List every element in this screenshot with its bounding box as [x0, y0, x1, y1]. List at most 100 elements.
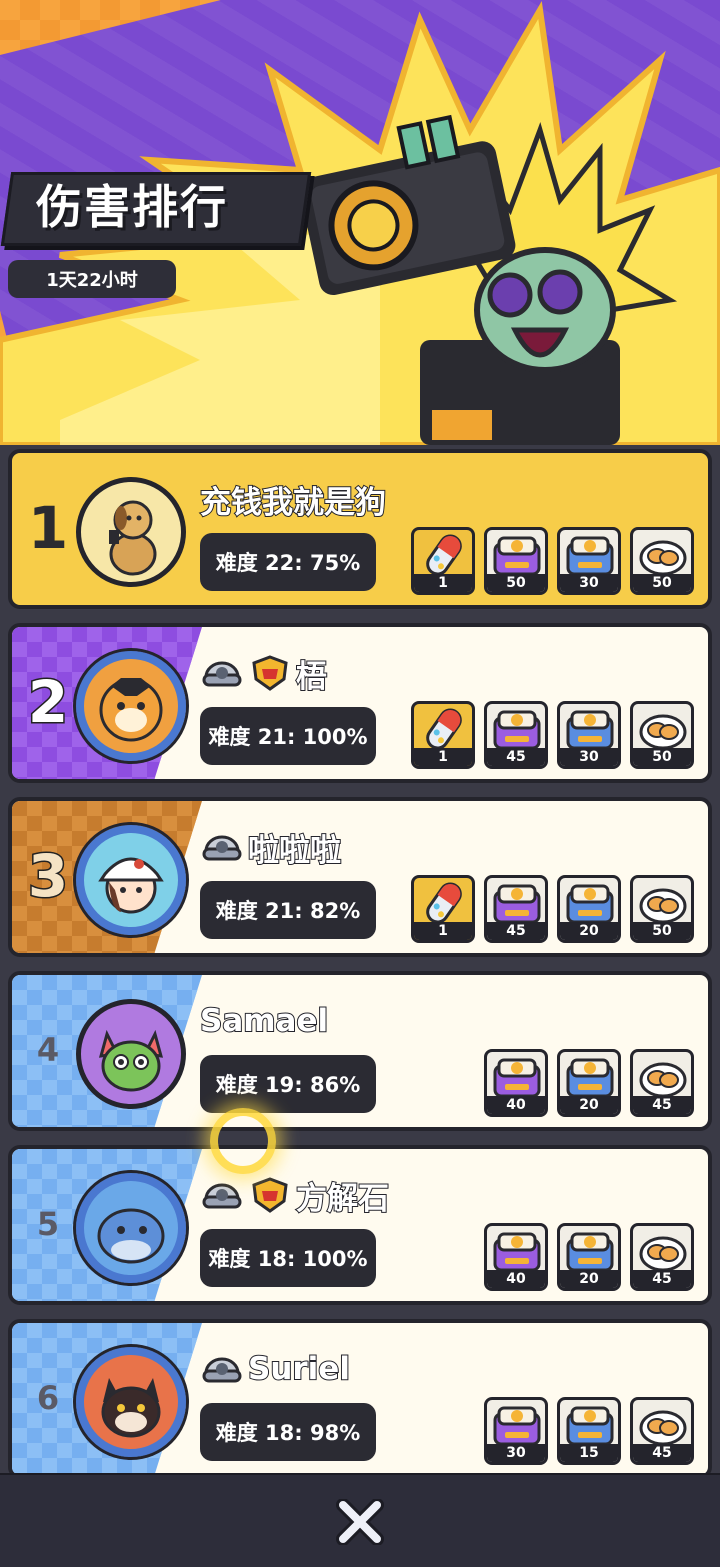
dog-avatar-icon [109, 500, 157, 576]
player-name: 梧 [295, 658, 328, 696]
bread-plate-icon [639, 540, 687, 576]
purple-chest-icon [493, 1406, 541, 1446]
purple-chest-icon [493, 710, 541, 750]
helmet-badge-icon [202, 1357, 242, 1383]
reward-list: 1 45 30 50 [411, 701, 694, 771]
page-title: 伤害排行 [36, 180, 228, 234]
leaderboard-row[interactable]: 5 方解石 难度 18: 100% 40 20 45 [8, 1145, 712, 1305]
blue-chest-icon [566, 1058, 614, 1098]
shield-badge-icon [252, 655, 288, 691]
timer-text: 1天22小时 [46, 270, 138, 291]
difficulty-pill: 难度 18: 100% [200, 1229, 376, 1287]
player-name: 方解石 [295, 1180, 390, 1218]
leaderboard-row[interactable]: 4 Samael 难度 19: 86% 40 20 45 [8, 971, 712, 1131]
player-name: Suriel [247, 1350, 351, 1388]
reward-item[interactable]: 30 [557, 527, 621, 595]
helmet-badge-icon [202, 835, 242, 861]
difficulty-pill: 难度 19: 86% [200, 1055, 376, 1113]
reward-item[interactable]: 50 [484, 527, 548, 595]
countdown-timer: 1天22小时 [8, 260, 176, 298]
reward-item[interactable]: 45 [630, 1397, 694, 1465]
avatar-frame [76, 1173, 186, 1283]
reward-item[interactable]: 30 [484, 1397, 548, 1465]
reward-item[interactable]: 45 [630, 1223, 694, 1291]
rank-number: 5 [36, 1205, 60, 1243]
player-name-row: 充钱我就是狗 [199, 479, 387, 522]
difficulty-text: 难度 22: 75% [215, 551, 361, 575]
player-name-row: Samael [199, 1001, 329, 1041]
helmet-badge-icon [202, 661, 242, 687]
player-name-row: 啦啦啦 [200, 827, 342, 870]
player-name: 啦啦啦 [247, 832, 342, 870]
avatar[interactable] [76, 999, 186, 1109]
reward-list: 1 45 20 50 [411, 875, 694, 945]
purple-chest-icon [493, 1232, 541, 1272]
shield-badge-icon [252, 1177, 288, 1213]
bread-plate-icon [639, 1236, 687, 1272]
blue-chest-icon [566, 1232, 614, 1272]
capsule-icon [426, 708, 462, 750]
purple-chest-icon [493, 1058, 541, 1098]
rank-number: 1 [27, 494, 69, 562]
bread-plate-icon [639, 1410, 687, 1446]
avatar-frame [76, 651, 186, 761]
purple-chest-icon [493, 536, 541, 576]
blue-chest-icon [566, 1406, 614, 1446]
leaderboard-list[interactable]: 1 充钱我就是狗 难度 22: 75% 1 50 30 50 2 梧 难度 21… [0, 445, 720, 1479]
difficulty-pill: 难度 21: 82% [200, 881, 376, 939]
avatar-frame [76, 1347, 186, 1457]
difficulty-pill: 难度 22: 75% [200, 533, 376, 591]
reward-list: 30 15 45 [484, 1397, 694, 1467]
rank-number: 4 [36, 1031, 60, 1069]
bread-plate-icon [639, 1062, 687, 1098]
tap-indicator [210, 1108, 276, 1174]
reward-item[interactable]: 40 [484, 1049, 548, 1117]
difficulty-pill: 难度 18: 98% [200, 1403, 376, 1461]
reward-item[interactable]: 1 [411, 701, 475, 769]
rank-number: 6 [36, 1379, 60, 1417]
reward-item[interactable]: 45 [484, 701, 548, 769]
leaderboard-row[interactable]: 1 充钱我就是狗 难度 22: 75% 1 50 30 50 [8, 449, 712, 609]
reward-list: 40 20 45 [484, 1049, 694, 1119]
reward-item[interactable]: 50 [630, 875, 694, 943]
bread-plate-icon [639, 888, 687, 924]
player-name-row: 方解石 [200, 1175, 390, 1218]
close-button[interactable] [328, 1495, 392, 1549]
reward-list: 40 20 45 [484, 1223, 694, 1293]
difficulty-text: 难度 18: 100% [208, 1247, 368, 1271]
event-banner: 伤害排行 1天22小时 [0, 0, 720, 445]
leaderboard-row[interactable]: 6 Suriel 难度 18: 98% 30 15 45 [8, 1319, 712, 1479]
reward-item[interactable]: 50 [630, 701, 694, 769]
rank-number: 3 [26, 841, 69, 912]
helmet-badge-icon [202, 1183, 242, 1209]
difficulty-text: 难度 21: 82% [215, 899, 361, 923]
blue-chest-icon [566, 536, 614, 576]
reward-item[interactable]: 20 [557, 875, 621, 943]
difficulty-text: 难度 21: 100% [208, 725, 368, 749]
reward-item[interactable]: 45 [484, 875, 548, 943]
reward-item[interactable]: 30 [557, 701, 621, 769]
close-icon[interactable] [335, 1499, 385, 1545]
reward-item[interactable]: 20 [557, 1223, 621, 1291]
reward-item[interactable]: 40 [484, 1223, 548, 1291]
capsule-icon [426, 534, 462, 576]
rank-number: 2 [26, 667, 69, 738]
bread-plate-icon [639, 714, 687, 750]
leaderboard-row[interactable]: 3 啦啦啦 难度 21: 82% 1 45 20 50 [8, 797, 712, 957]
avatar[interactable] [76, 477, 186, 587]
player-name: Samael [199, 1002, 329, 1040]
reward-item[interactable]: 1 [411, 527, 475, 595]
blue-chest-icon [566, 710, 614, 750]
leaderboard-row[interactable]: 2 梧 难度 21: 100% 1 45 30 50 [8, 623, 712, 783]
difficulty-pill: 难度 21: 100% [200, 707, 376, 765]
reward-item[interactable]: 20 [557, 1049, 621, 1117]
reward-item[interactable]: 50 [630, 527, 694, 595]
reward-item[interactable]: 45 [630, 1049, 694, 1117]
reward-item[interactable]: 15 [557, 1397, 621, 1465]
difficulty-text: 难度 19: 86% [215, 1073, 361, 1097]
bottom-bar [0, 1473, 720, 1567]
player-name: 充钱我就是狗 [199, 484, 387, 522]
reward-item[interactable]: 1 [411, 875, 475, 943]
reward-list: 1 50 30 50 [411, 527, 694, 597]
avatar-frame [76, 825, 186, 935]
